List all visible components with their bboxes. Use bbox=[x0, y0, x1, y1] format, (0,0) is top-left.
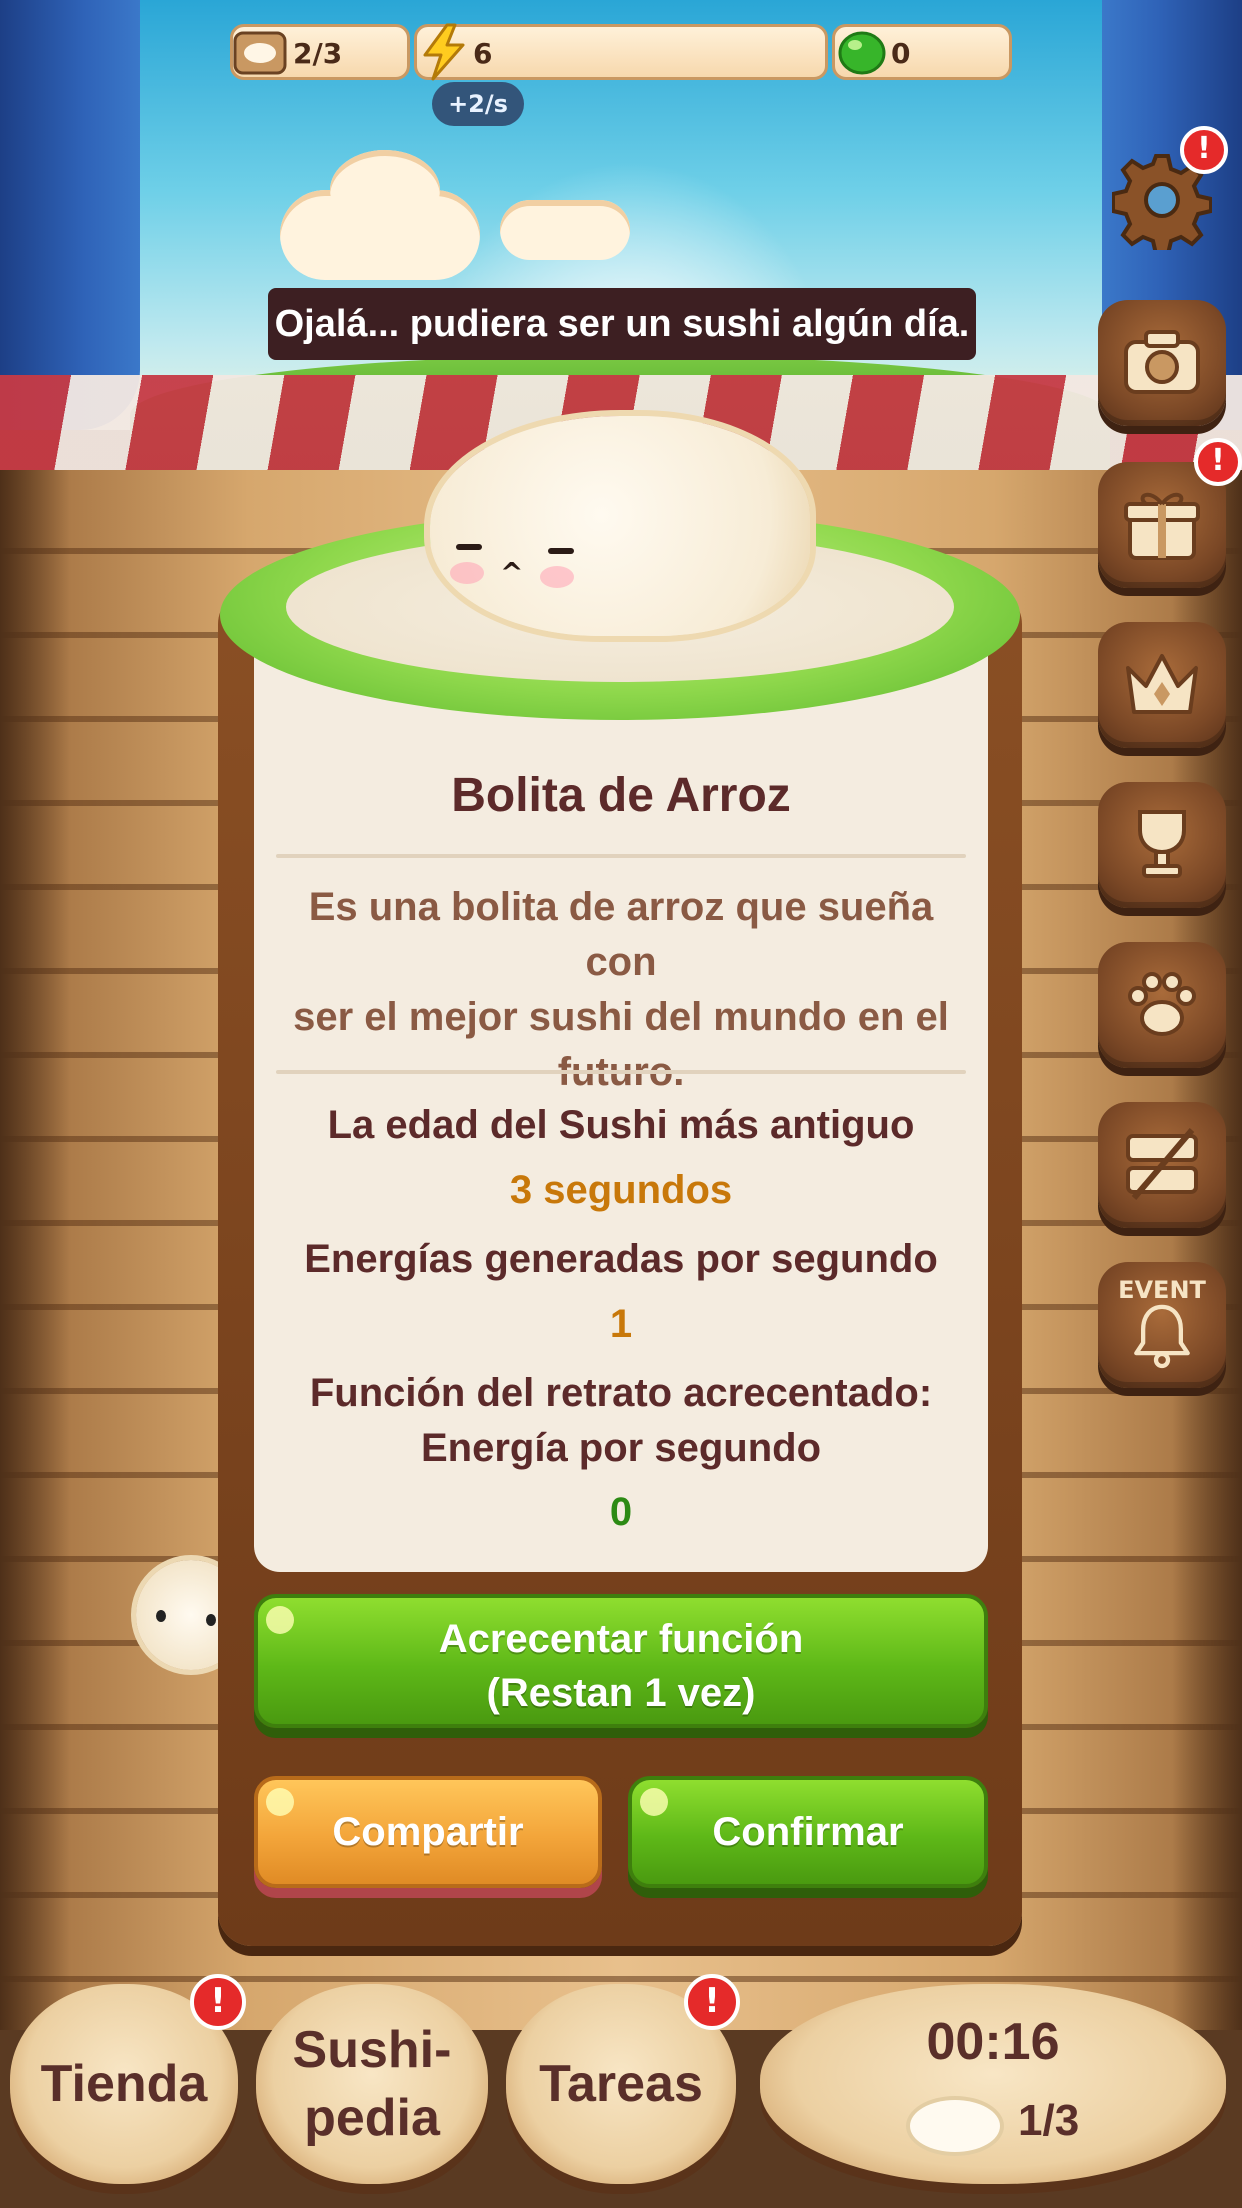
energy-value: 1 bbox=[609, 1302, 633, 1346]
portrait-energy-value: 0 bbox=[609, 1490, 633, 1534]
eye bbox=[156, 1610, 166, 1622]
floor-shade bbox=[0, 470, 70, 2030]
capacity-counter: 2/3 bbox=[230, 24, 410, 80]
eye bbox=[548, 548, 574, 554]
gift-icon bbox=[1124, 492, 1200, 560]
pets-button[interactable] bbox=[1098, 942, 1226, 1068]
blush bbox=[540, 566, 574, 588]
age-label: La edad del Sushi más antiguo bbox=[327, 1103, 915, 1147]
card-title: Bolita de Arroz bbox=[451, 769, 791, 822]
energy-label: Energías generadas por segundo bbox=[304, 1237, 938, 1281]
share-button[interactable]: Compartir bbox=[254, 1776, 602, 1888]
gift-alert-badge: ! bbox=[1194, 438, 1242, 486]
button-shine bbox=[640, 1788, 668, 1816]
mouth: ^ bbox=[500, 556, 524, 589]
upgrade-function-button[interactable]: Acrecentar función (Restan 1 vez) bbox=[254, 1594, 988, 1728]
sushipedia-button[interactable]: Sushi- pedia bbox=[256, 1984, 488, 2184]
no-ads-button[interactable] bbox=[1098, 1102, 1226, 1228]
shop-label: Tienda bbox=[40, 2055, 208, 2113]
rice-ball-icon bbox=[910, 2100, 1000, 2152]
spawn-timer: 00:16 bbox=[926, 2013, 1060, 2071]
gem-value: 0 bbox=[891, 37, 911, 70]
share-label: Compartir bbox=[332, 1810, 524, 1854]
description-line: ser el mejor sushi del mundo en el bbox=[293, 995, 949, 1039]
energy-counter: 6 bbox=[414, 23, 828, 81]
divider bbox=[276, 854, 966, 858]
gem-icon bbox=[838, 31, 886, 75]
crown-icon bbox=[1126, 654, 1198, 714]
divider bbox=[276, 1070, 966, 1074]
no-ads-icon bbox=[1126, 1128, 1198, 1200]
portrait-function-label: Función del retrato acrecentado: Energía… bbox=[254, 1366, 988, 1476]
curtain-left bbox=[0, 0, 140, 430]
energy-value: 6 bbox=[473, 37, 493, 70]
rice-ball-portrait: ^ bbox=[430, 416, 810, 636]
ranking-button[interactable] bbox=[1098, 622, 1226, 748]
camera-icon bbox=[1124, 330, 1200, 394]
sushipedia-label-line: pedia bbox=[304, 2089, 440, 2147]
upgrade-remaining: (Restan 1 vez) bbox=[486, 1671, 756, 1715]
bell-icon bbox=[1134, 1304, 1190, 1369]
confirm-button[interactable]: Confirmar bbox=[628, 1776, 988, 1888]
spawn-count: 1/3 bbox=[1018, 2096, 1080, 2145]
portrait-label-line: Energía por segundo bbox=[420, 1426, 822, 1470]
gem-counter: 0 bbox=[832, 24, 1012, 80]
paw-icon bbox=[1128, 972, 1196, 1036]
cloud bbox=[330, 150, 440, 230]
speech-banner: Ojalá... pudiera ser un sushi algún día. bbox=[268, 288, 976, 360]
energy-rate-badge: +2/s bbox=[432, 82, 524, 126]
shop-alert-badge: ! bbox=[190, 1974, 246, 2030]
capacity-value: 2/3 bbox=[293, 37, 343, 70]
trophy-icon bbox=[1138, 810, 1186, 878]
eye bbox=[456, 544, 482, 550]
upgrade-label: Acrecentar función bbox=[438, 1617, 804, 1661]
event-button[interactable]: EVENT bbox=[1098, 1262, 1226, 1388]
lightning-icon bbox=[423, 23, 465, 81]
tasks-alert-badge: ! bbox=[684, 1974, 740, 2030]
description-line: Es una bolita de arroz que sueña con bbox=[308, 885, 934, 984]
confirm-label: Confirmar bbox=[712, 1810, 904, 1854]
achievements-button[interactable] bbox=[1098, 782, 1226, 908]
cloud bbox=[500, 200, 630, 260]
rice-box-icon bbox=[233, 31, 287, 75]
eye bbox=[206, 1614, 216, 1626]
age-value: 3 segundos bbox=[509, 1168, 733, 1212]
button-shine bbox=[266, 1788, 294, 1816]
camera-button[interactable] bbox=[1098, 300, 1226, 426]
spawn-timer-panel[interactable]: 00:16 1/3 bbox=[760, 1984, 1226, 2184]
card-description: Es una bolita de arroz que sueña con ser… bbox=[270, 880, 972, 1100]
settings-alert-badge: ! bbox=[1180, 126, 1228, 174]
tasks-label: Tareas bbox=[539, 2055, 703, 2113]
portrait-label-line: Función del retrato acrecentado: bbox=[309, 1371, 933, 1415]
button-shine bbox=[266, 1606, 294, 1634]
blush bbox=[450, 562, 484, 584]
sushipedia-label-line: Sushi- bbox=[292, 2021, 452, 2079]
